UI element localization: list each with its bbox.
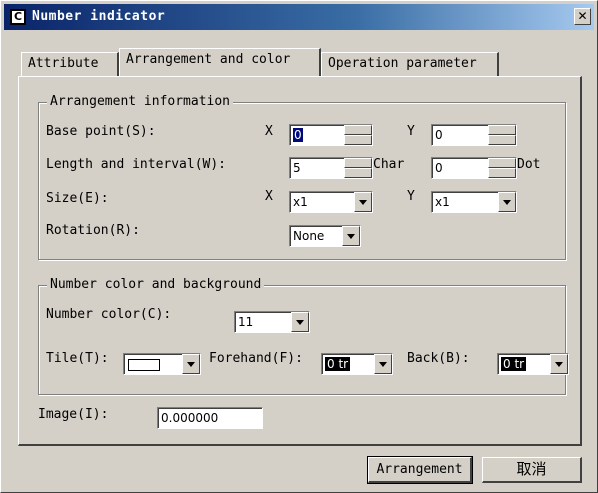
interval-field[interactable]: 0 <box>431 157 517 179</box>
tile-label: Tile(T): <box>46 351 109 366</box>
char-unit-label: Char <box>373 157 405 172</box>
base-point-x-field[interactable]: 0 <box>289 124 373 146</box>
chevron-down-icon[interactable] <box>550 354 568 374</box>
length-spinner[interactable] <box>344 158 372 178</box>
base-point-y-spinner[interactable] <box>488 125 516 145</box>
number-color-label: Number color(C): <box>46 307 172 322</box>
tile-color-select[interactable] <box>123 353 201 375</box>
back-color-select[interactable]: 0 tr <box>497 353 569 375</box>
size-y-select[interactable]: x1 <box>431 191 517 213</box>
size-label: Size(E): <box>46 191 109 206</box>
interval-spinner[interactable] <box>488 158 516 178</box>
chevron-down-icon[interactable] <box>498 192 516 212</box>
app-icon: C <box>10 9 26 25</box>
color-group: Number color and background <box>38 277 566 395</box>
rotation-select[interactable]: None <box>289 225 361 247</box>
dot-unit-label: Dot <box>517 157 541 172</box>
base-point-y-label: Y <box>407 124 415 139</box>
chevron-down-icon[interactable] <box>182 354 200 374</box>
length-interval-label: Length and interval(W): <box>46 157 227 172</box>
chevron-down-icon[interactable] <box>291 312 309 332</box>
rotation-label: Rotation(R): <box>46 223 140 238</box>
arrangement-group-title: Arrangement information <box>47 94 234 109</box>
base-point-x-spinner[interactable] <box>344 125 372 145</box>
tab-panel: Arrangement information Base point(S): X… <box>18 76 582 446</box>
image-field[interactable]: 0.000000 <box>157 407 263 429</box>
chevron-down-icon[interactable] <box>374 354 392 374</box>
base-point-x-label: X <box>265 124 273 139</box>
tab-attribute[interactable]: Attribute <box>21 52 119 76</box>
length-field[interactable]: 5 <box>289 157 373 179</box>
number-indicator-dialog: C Number indicator ✕ Attribute Arrangeme… <box>0 0 598 493</box>
image-label: Image(I): <box>38 407 109 422</box>
tab-operation-parameter[interactable]: Operation parameter <box>321 52 499 76</box>
close-icon[interactable]: ✕ <box>574 8 591 25</box>
base-point-y-field[interactable]: 0 <box>431 124 517 146</box>
forehand-label: Forehand(F): <box>209 351 303 366</box>
color-group-title: Number color and background <box>47 277 265 292</box>
tile-color-swatch <box>128 359 160 371</box>
size-x-label: X <box>265 189 273 204</box>
back-label: Back(B): <box>407 351 470 366</box>
cancel-button[interactable]: 取消 <box>482 457 582 483</box>
forehand-color-select[interactable]: 0 tr <box>321 353 393 375</box>
title-bar[interactable]: C Number indicator ✕ <box>4 4 594 30</box>
size-x-select[interactable]: x1 <box>289 191 373 213</box>
arrangement-button[interactable]: Arrangement <box>367 456 473 484</box>
number-color-select[interactable]: 11 <box>234 311 310 333</box>
chevron-down-icon[interactable] <box>354 192 372 212</box>
window-title: Number indicator <box>32 9 166 24</box>
base-point-label: Base point(S): <box>46 124 156 139</box>
tab-arrangement-and-color[interactable]: Arrangement and color <box>119 48 321 76</box>
chevron-down-icon[interactable] <box>342 226 360 246</box>
size-y-label: Y <box>407 189 415 204</box>
